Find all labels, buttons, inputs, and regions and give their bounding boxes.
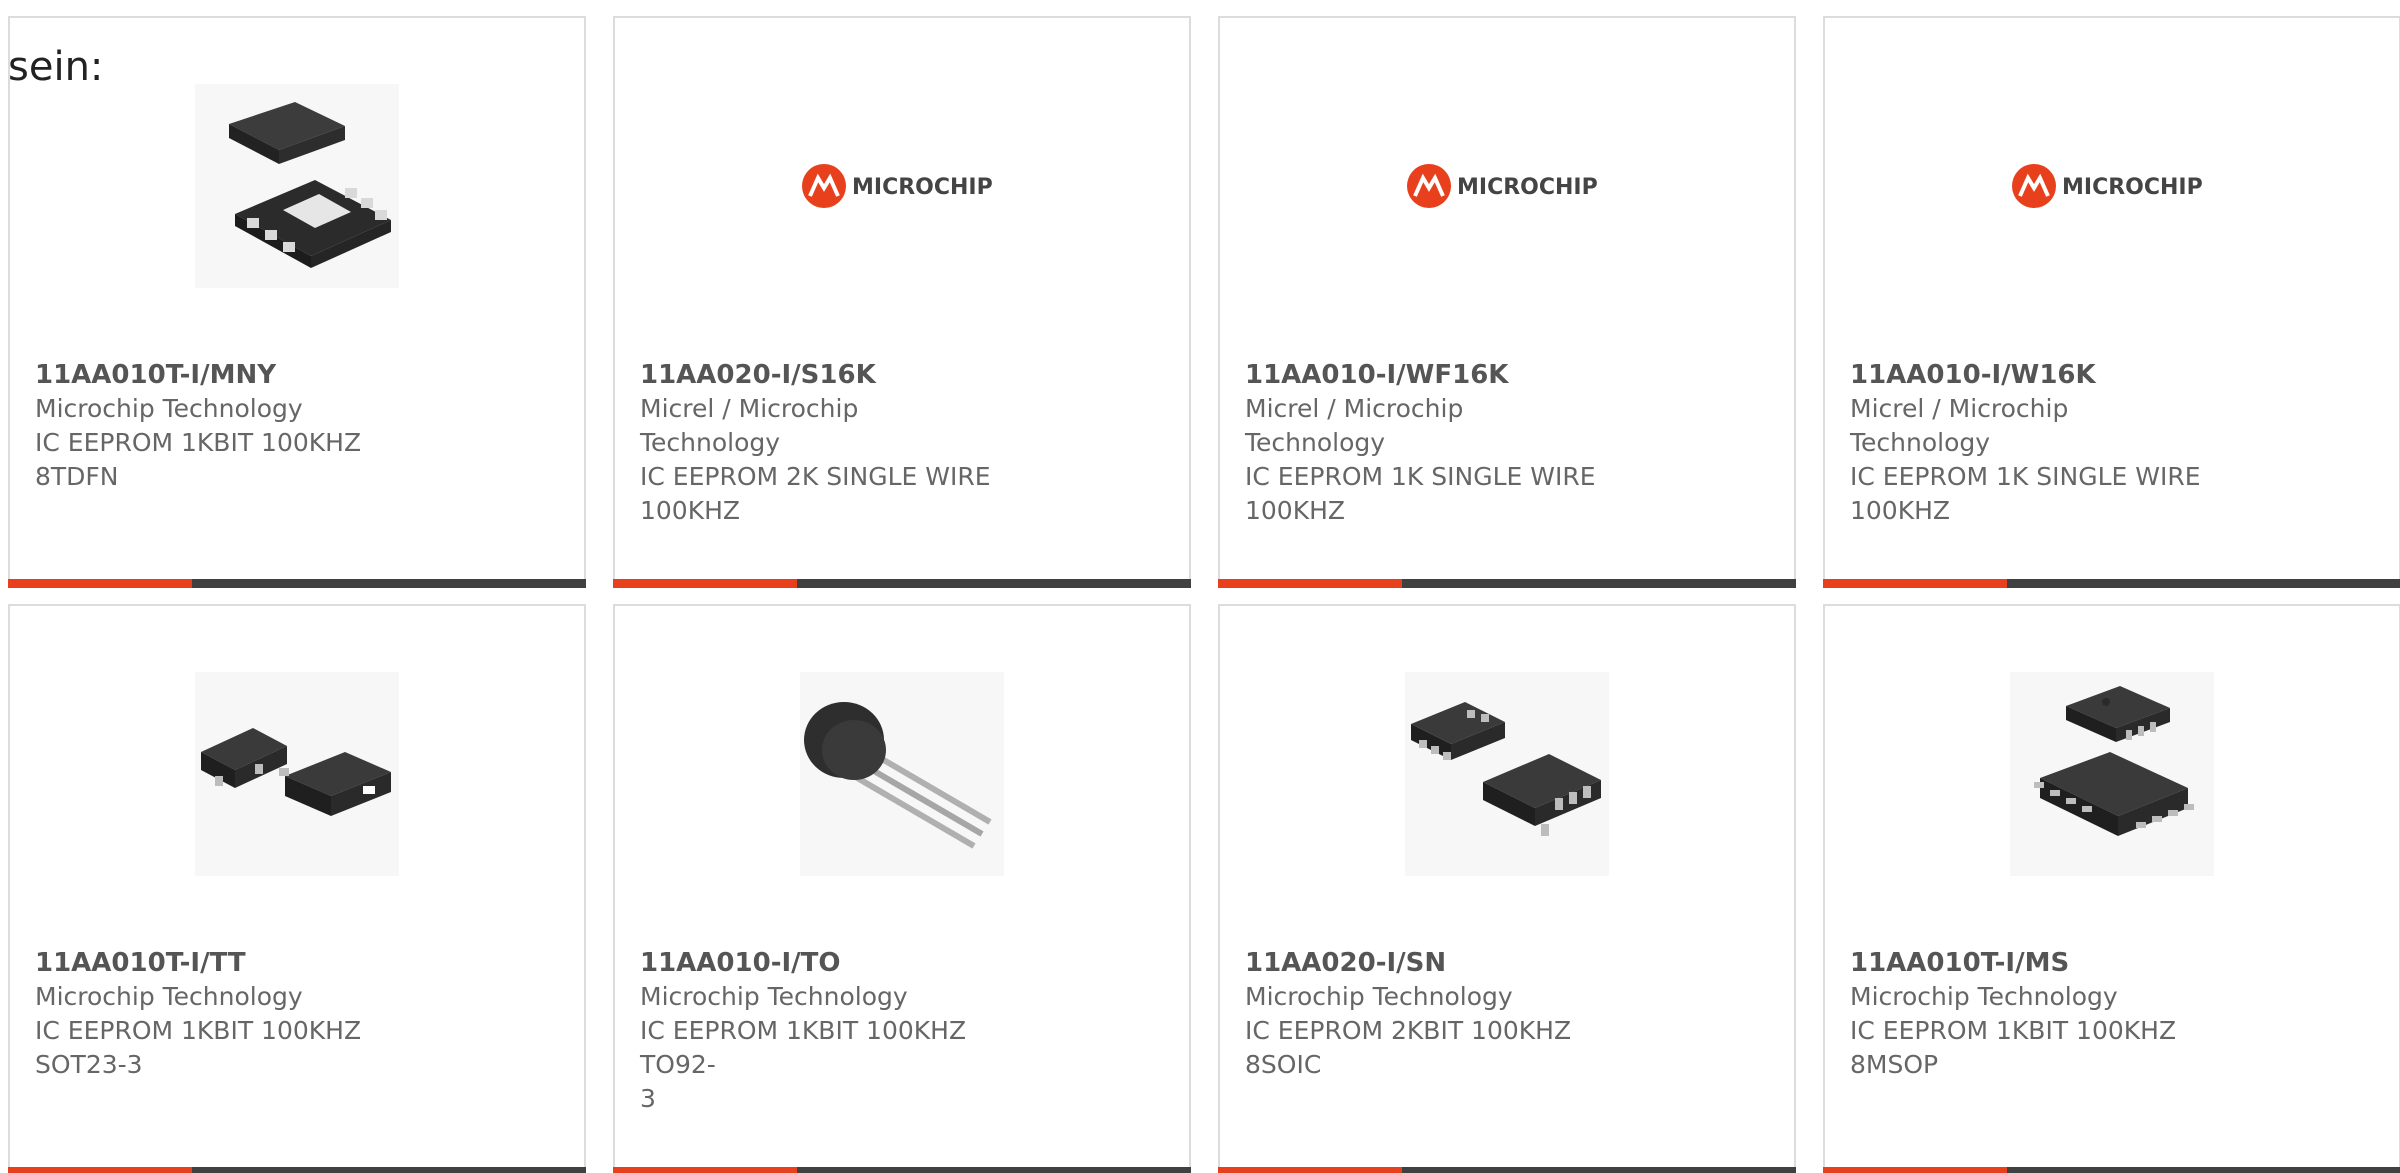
description-line-1: IC EEPROM 1KBIT 100KHZ bbox=[1850, 1016, 2177, 1045]
product-info: 11AA010T-I/MNY Microchip Technology IC E… bbox=[35, 358, 395, 494]
description-line-1: IC EEPROM 1KBIT 100KHZ TO92- bbox=[640, 1016, 967, 1079]
description-line-2: 100KHZ bbox=[640, 496, 741, 525]
description-line-2: 3 bbox=[640, 1084, 656, 1113]
microchip-logo: MICROCHIP bbox=[2012, 164, 2203, 208]
accent-bar bbox=[1218, 1167, 1402, 1173]
sot23-package-icon bbox=[195, 672, 399, 876]
card-bottom-bar bbox=[1218, 579, 1796, 588]
product-grid-page: sein: 11AA010T-I/MNY Microchip Technolog… bbox=[0, 0, 2400, 1173]
description-line-1: IC EEPROM 1K SINGLE WIRE bbox=[1245, 462, 1596, 491]
product-card[interactable]: 11AA010T-I/MS Microchip Technology IC EE… bbox=[1823, 604, 2400, 1173]
to92-package-icon bbox=[800, 672, 1004, 876]
part-number-link[interactable]: 11AA010-I/TO bbox=[640, 946, 1000, 980]
dark-bar bbox=[797, 1167, 1191, 1173]
product-image[interactable] bbox=[800, 672, 1004, 876]
accent-bar bbox=[1823, 579, 2007, 588]
product-card[interactable]: MICROCHIP 11AA010-I/W16K Micrel / Microc… bbox=[1823, 16, 2400, 588]
accent-bar bbox=[613, 1167, 797, 1173]
part-number-link[interactable]: 11AA010-I/W16K bbox=[1850, 358, 2210, 392]
product-info: 11AA020-I/SN Microchip Technology IC EEP… bbox=[1245, 946, 1605, 1082]
accent-bar bbox=[8, 579, 192, 588]
product-grid: 11AA010T-I/MNY Microchip Technology IC E… bbox=[8, 16, 2400, 1173]
dark-bar bbox=[1402, 1167, 1796, 1173]
description-line-1: IC EEPROM 1KBIT 100KHZ bbox=[35, 1016, 362, 1045]
logo-text: MICROCHIP bbox=[1457, 175, 1598, 200]
product-image[interactable]: MICROCHIP bbox=[800, 84, 1004, 288]
part-number-link[interactable]: 11AA010T-I/TT bbox=[35, 946, 395, 980]
card-bottom-bar bbox=[1218, 1167, 1796, 1173]
manufacturer: Microchip Technology bbox=[35, 982, 303, 1011]
part-number-link[interactable]: 11AA010-I/WF16K bbox=[1245, 358, 1605, 392]
product-info: 11AA010-I/W16K Micrel / Microchip Techno… bbox=[1850, 358, 2210, 528]
dark-bar bbox=[797, 579, 1191, 588]
card-bottom-bar bbox=[613, 579, 1191, 588]
manufacturer: Microchip Technology bbox=[640, 982, 908, 1011]
product-info: 11AA020-I/S16K Micrel / Microchip Techno… bbox=[640, 358, 1000, 528]
part-number-link[interactable]: 11AA020-I/S16K bbox=[640, 358, 1000, 392]
product-card[interactable]: 11AA010-I/TO Microchip Technology IC EEP… bbox=[613, 604, 1191, 1173]
description-line-2: 8MSOP bbox=[1850, 1050, 1939, 1079]
description-line-2: 100KHZ bbox=[1245, 496, 1346, 525]
dark-bar bbox=[192, 579, 586, 588]
product-card[interactable]: MICROCHIP 11AA020-I/S16K Micrel / Microc… bbox=[613, 16, 1191, 588]
card-bottom-bar bbox=[1823, 1167, 2400, 1173]
msop-package-icon bbox=[2010, 672, 2214, 876]
logo-text: MICROCHIP bbox=[2062, 175, 2203, 200]
product-image[interactable] bbox=[195, 84, 399, 288]
product-card[interactable]: MICROCHIP 11AA010-I/WF16K Micrel / Micro… bbox=[1218, 16, 1796, 588]
dark-bar bbox=[2007, 1167, 2400, 1173]
part-number-link[interactable]: 11AA010T-I/MNY bbox=[35, 358, 395, 392]
part-number-link[interactable]: 11AA010T-I/MS bbox=[1850, 946, 2210, 980]
card-bottom-bar bbox=[8, 1167, 586, 1173]
card-bottom-bar bbox=[8, 579, 586, 588]
accent-bar bbox=[1218, 579, 1402, 588]
dark-bar bbox=[192, 1167, 586, 1173]
description-line-2: 8TDFN bbox=[35, 462, 119, 491]
description-line-1: IC EEPROM 2K SINGLE WIRE bbox=[640, 462, 991, 491]
dark-bar bbox=[1402, 579, 1796, 588]
product-image[interactable]: MICROCHIP bbox=[1405, 84, 1609, 288]
description-line-2: SOT23-3 bbox=[35, 1050, 143, 1079]
description-line-1: IC EEPROM 2KBIT 100KHZ 8SOIC bbox=[1245, 1016, 1572, 1079]
product-image[interactable] bbox=[2010, 672, 2214, 876]
card-bottom-bar bbox=[1823, 579, 2400, 588]
product-info: 11AA010-I/WF16K Micrel / Microchip Techn… bbox=[1245, 358, 1605, 528]
product-image[interactable] bbox=[195, 672, 399, 876]
product-image[interactable] bbox=[1405, 672, 1609, 876]
dark-bar bbox=[2007, 579, 2400, 588]
product-image[interactable]: MICROCHIP bbox=[2010, 84, 2214, 288]
product-info: 11AA010T-I/MS Microchip Technology IC EE… bbox=[1850, 946, 2210, 1082]
product-info: 11AA010T-I/TT Microchip Technology IC EE… bbox=[35, 946, 395, 1082]
microchip-logo: MICROCHIP bbox=[802, 164, 993, 208]
manufacturer: Microchip Technology bbox=[1850, 982, 2118, 1011]
manufacturer: Micrel / Microchip Technology bbox=[1850, 394, 2069, 457]
soic-package-icon bbox=[1405, 672, 1609, 876]
description-line-2: 100KHZ bbox=[1850, 496, 1951, 525]
product-card[interactable]: 11AA020-I/SN Microchip Technology IC EEP… bbox=[1218, 604, 1796, 1173]
manufacturer: Microchip Technology bbox=[1245, 982, 1513, 1011]
manufacturer: Micrel / Microchip Technology bbox=[1245, 394, 1464, 457]
description-line-1: IC EEPROM 1KBIT 100KHZ bbox=[35, 428, 362, 457]
intro-text: sein: bbox=[8, 44, 104, 90]
logo-text: MICROCHIP bbox=[852, 175, 993, 200]
accent-bar bbox=[613, 579, 797, 588]
manufacturer: Micrel / Microchip Technology bbox=[640, 394, 859, 457]
card-bottom-bar bbox=[613, 1167, 1191, 1173]
product-card[interactable]: 11AA010T-I/MNY Microchip Technology IC E… bbox=[8, 16, 586, 588]
part-number-link[interactable]: 11AA020-I/SN bbox=[1245, 946, 1605, 980]
description-line-1: IC EEPROM 1K SINGLE WIRE bbox=[1850, 462, 2201, 491]
accent-bar bbox=[1823, 1167, 2007, 1173]
product-card[interactable]: 11AA010T-I/TT Microchip Technology IC EE… bbox=[8, 604, 586, 1173]
microchip-logo: MICROCHIP bbox=[1407, 164, 1598, 208]
manufacturer: Microchip Technology bbox=[35, 394, 303, 423]
product-info: 11AA010-I/TO Microchip Technology IC EEP… bbox=[640, 946, 1000, 1116]
tdfn-package-icon bbox=[195, 84, 399, 288]
accent-bar bbox=[8, 1167, 192, 1173]
